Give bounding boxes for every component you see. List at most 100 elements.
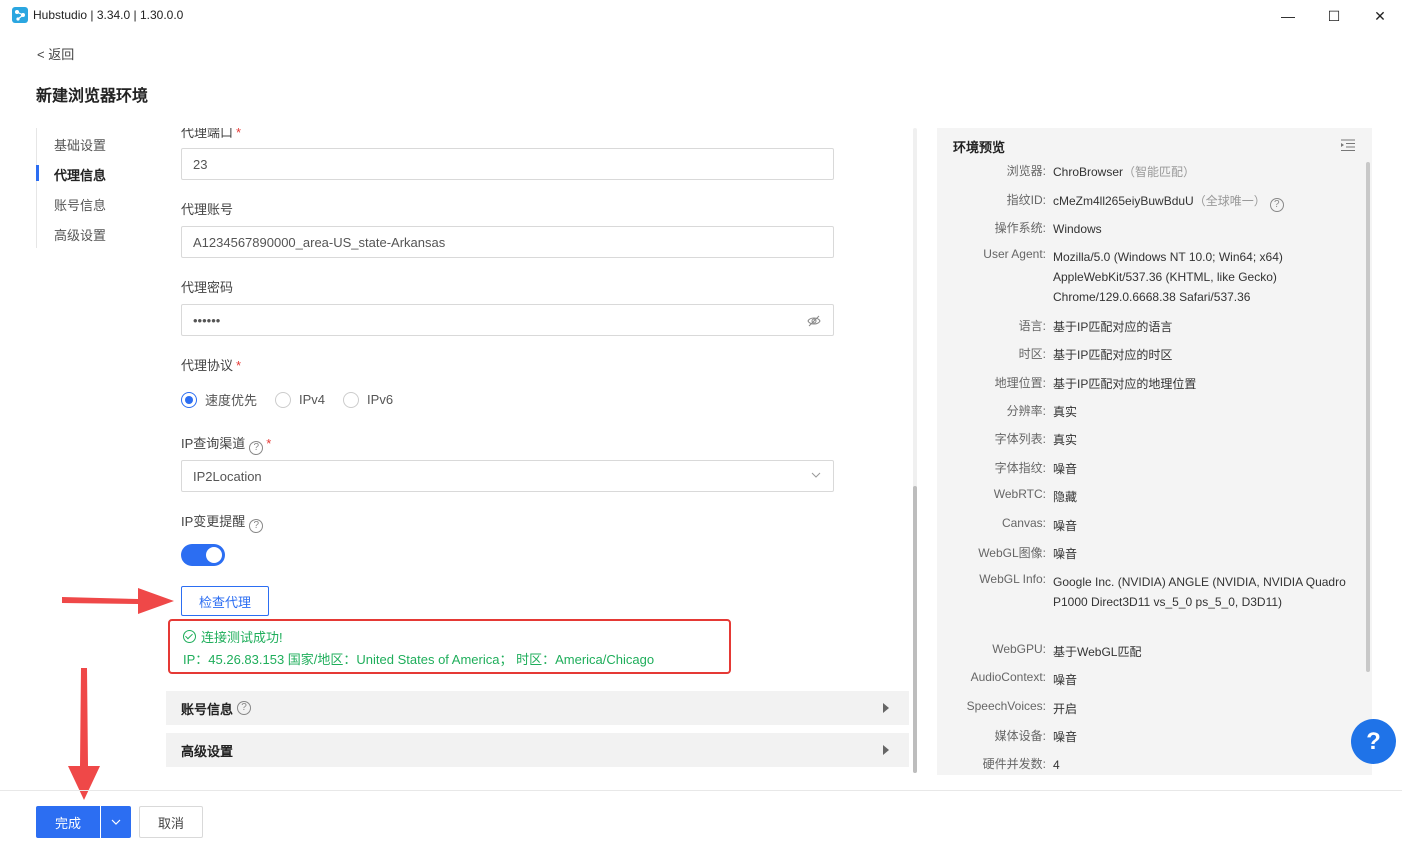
preview-value: 4	[1053, 758, 1060, 772]
preview-key: 硬件并发数:	[982, 757, 1046, 771]
minimize-button[interactable]: —	[1265, 0, 1311, 32]
check-circle-icon	[183, 630, 196, 643]
preview-key: User Agent:	[983, 247, 1046, 261]
preview-scrollbar[interactable]	[1366, 162, 1370, 672]
preview-value: 噪音	[1053, 547, 1078, 561]
nav-item-account[interactable]: 账号信息	[54, 195, 106, 214]
preview-hint: （智能匹配）	[1123, 165, 1196, 179]
cancel-button[interactable]: 取消	[139, 806, 203, 838]
proxy-port-label: 代理端口 *	[181, 128, 241, 141]
section-account-info[interactable]: 账号信息?	[166, 691, 909, 725]
list-menu-icon[interactable]	[1341, 139, 1355, 151]
preview-key: 浏览器:	[1006, 164, 1046, 178]
radio-checked-icon	[181, 391, 197, 408]
preview-value: 基于IP匹配对应的语言	[1053, 320, 1173, 334]
check-proxy-button[interactable]: 检查代理	[181, 586, 269, 616]
environment-preview: 环境预览 浏览器: ChroBrowser（智能匹配） 指纹ID: cMeZm4ll…	[937, 128, 1372, 775]
preview-key: 字体指纹:	[994, 461, 1046, 475]
form-scrollbar-thumb[interactable]	[913, 486, 917, 773]
preview-value: ChroBrowser（智能匹配）	[1053, 162, 1353, 182]
preview-hint: （全球唯一）	[1193, 194, 1266, 208]
radio-unchecked-icon	[275, 391, 292, 408]
test-result-status-text: 连接测试成功!	[201, 630, 283, 645]
ip-channel-selected: IP2Location	[193, 468, 262, 484]
preview-key: 时区:	[1018, 347, 1046, 361]
red-arrow-down-annotation	[68, 668, 100, 800]
proxy-account-input[interactable]: A1234567890000_area-US_state-Arkansas	[181, 226, 834, 258]
section-title: 高级设置	[181, 743, 234, 759]
preview-key: 地理位置:	[994, 376, 1046, 390]
proxy-password-input[interactable]: ••••••	[181, 304, 834, 336]
ip-channel-label-text: IP查询渠道	[181, 436, 246, 451]
help-circle-icon[interactable]: ?	[249, 441, 264, 455]
preview-key: WebGL Info:	[979, 572, 1046, 586]
preview-title: 环境预览	[953, 140, 1006, 155]
preview-value: 噪音	[1053, 462, 1078, 476]
eye-hidden-icon[interactable]	[807, 314, 821, 328]
page-title: 新建浏览器环境	[36, 88, 149, 105]
hubstudio-logo-icon	[12, 7, 28, 23]
test-result-status: 连接测试成功!	[183, 627, 283, 646]
radio-label: IPv6	[367, 392, 394, 407]
done-button[interactable]: 完成	[36, 806, 100, 838]
proxy-password-label: 代理密码	[181, 280, 234, 295]
ip-change-alert-toggle[interactable]	[181, 544, 225, 566]
radio-label: 速度优先	[205, 393, 258, 408]
preview-key: WebGL图像:	[978, 546, 1046, 560]
preview-value: 噪音	[1053, 519, 1078, 533]
password-value: ••••••	[193, 312, 221, 328]
preview-key: AudioContext:	[970, 670, 1046, 684]
preview-key: SpeechVoices:	[966, 699, 1046, 713]
required-mark: *	[266, 436, 272, 451]
done-dropdown-button[interactable]	[101, 806, 131, 838]
preview-key: 分辨率:	[1006, 404, 1046, 418]
maximize-button[interactable]: ☐	[1311, 0, 1357, 32]
proxy-form: 代理端口 * 23 代理账号 A1234567890000_area-US_sta…	[165, 128, 909, 773]
proxy-port-input[interactable]: 23	[181, 148, 834, 180]
preview-value: 隐藏	[1053, 490, 1078, 504]
preview-value-text: cMeZm4ll265eiyBuwBduU	[1053, 194, 1194, 208]
ip-change-alert-label: IP变更提醒?	[181, 511, 264, 533]
preview-value: 开启	[1053, 702, 1078, 716]
close-button[interactable]: ✕	[1357, 0, 1402, 32]
preview-key: 指纹ID:	[1006, 193, 1046, 207]
preview-value: 基于IP匹配对应的地理位置	[1053, 377, 1197, 391]
radio-speed-first[interactable]: 速度优先	[181, 390, 257, 409]
help-button[interactable]: ?	[1351, 719, 1396, 764]
test-result-highlight: 连接测试成功! IP：45.26.83.153 国家/地区：United Sta…	[168, 619, 731, 674]
back-link[interactable]: < 返回	[37, 44, 74, 63]
help-circle-icon[interactable]: ?	[249, 519, 264, 533]
radio-label: IPv4	[299, 392, 326, 407]
radio-ipv4[interactable]: IPv4	[275, 391, 326, 408]
ip-channel-select[interactable]: IP2Location	[181, 460, 834, 492]
caret-right-icon	[883, 745, 889, 755]
help-circle-icon[interactable]: ?	[1269, 198, 1284, 212]
preview-value: 噪音	[1053, 673, 1078, 687]
preview-value: 噪音	[1053, 730, 1078, 744]
window-title: Hubstudio | 3.34.0 | 1.30.0.0	[33, 8, 184, 22]
radio-ipv6[interactable]: IPv6	[343, 391, 394, 408]
app-window: Hubstudio | 3.34.0 | 1.30.0.0 — ☐ ✕ < 返回…	[0, 0, 1402, 852]
title-bar: Hubstudio | 3.34.0 | 1.30.0.0 — ☐ ✕	[0, 0, 1402, 32]
chevron-down-icon	[811, 472, 821, 478]
protocol-label: 代理协议 *	[181, 355, 241, 374]
nav-item-basic[interactable]: 基础设置	[54, 135, 106, 154]
ip-change-alert-label-text: IP变更提醒	[181, 514, 246, 529]
footer-divider	[0, 790, 1402, 791]
proxy-port-label-text: 代理端口	[181, 128, 234, 140]
preview-value: 基于IP匹配对应的时区	[1053, 348, 1173, 362]
side-nav: 基础设置 代理信息 账号信息 高级设置	[36, 128, 146, 248]
protocol-label-text: 代理协议	[181, 358, 234, 373]
preview-value: Google Inc. (NVIDIA) ANGLE (NVIDIA, NVID…	[1053, 575, 1346, 609]
preview-value: Windows	[1053, 222, 1102, 236]
section-title: 账号信息	[181, 701, 234, 717]
preview-value: 基于WebGL匹配	[1053, 645, 1142, 659]
section-advanced[interactable]: 高级设置	[166, 733, 909, 767]
preview-key: Canvas:	[1001, 516, 1046, 530]
preview-value: 真实	[1053, 433, 1078, 447]
nav-item-proxy[interactable]: 代理信息	[54, 165, 106, 184]
help-circle-icon[interactable]: ?	[237, 701, 252, 715]
radio-unchecked-icon	[343, 391, 360, 408]
nav-item-advanced[interactable]: 高级设置	[54, 225, 106, 244]
preview-key: 语言:	[1018, 319, 1046, 333]
